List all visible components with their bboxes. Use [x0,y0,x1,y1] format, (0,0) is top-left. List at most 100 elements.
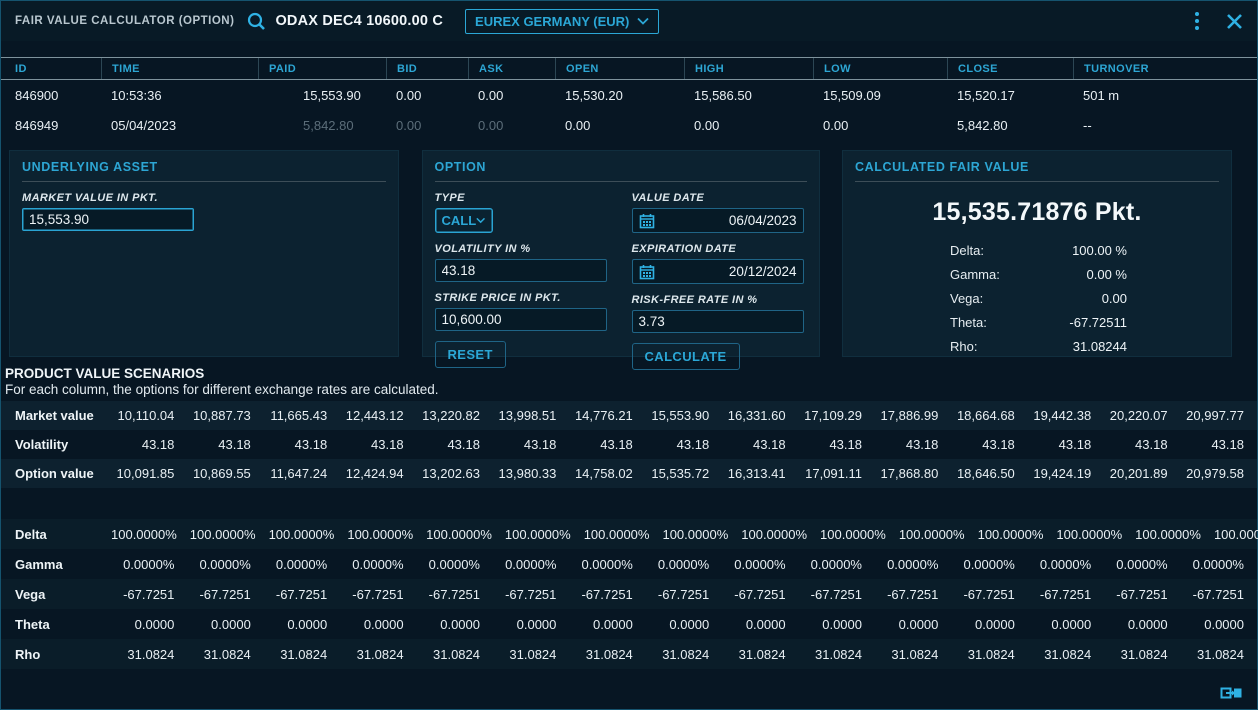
table-row[interactable]: 846900 10:53:36 15,553.90 0.00 0.00 15,5… [1,80,1257,110]
scenario-cell: 12,424.94 [340,466,416,481]
instrument-name: ODAX DEC4 10600.00 C [275,13,443,29]
scenario-cell: 100.0000% [426,527,505,542]
scenario-cell: 43.18 [722,437,798,452]
cell-open: 0.00 [565,118,694,133]
scenario-cell: 0.0000 [646,617,722,632]
column-header-open: OPEN [555,58,694,79]
scenario-cell: 31.0824 [340,647,416,662]
scenario-cell: 0.0000% [417,557,493,572]
scenario-cell: 0.0000% [1028,557,1104,572]
scenario-cell: 43.18 [493,437,569,452]
scenario-cell: 31.0824 [1104,647,1180,662]
scenario-row-option-value: Option value 10,091.8510,869.5511,647.24… [1,459,1257,488]
scenario-cell: -67.7251 [799,587,875,602]
greek-row-theta: Theta: -67.72511 [950,315,1127,339]
scenarios-gap [1,488,1257,519]
scenario-cell: 43.18 [1028,437,1104,452]
cell-turnover: -- [1083,118,1257,133]
close-button[interactable] [1226,13,1243,30]
scenario-cell: 31.0824 [417,647,493,662]
scenario-cell: 15,553.90 [646,408,722,423]
scenario-cell: 100.0000% [190,527,269,542]
scenario-cell: -67.7251 [264,587,340,602]
scenario-cell: 20,220.07 [1104,408,1180,423]
link-window-button[interactable] [1220,686,1243,700]
menu-button[interactable] [1192,9,1202,33]
panel-title: UNDERLYING ASSET [22,160,386,182]
calculate-button[interactable]: CALCULATE [632,343,740,370]
scenario-cell: 31.0824 [646,647,722,662]
column-header-high: HIGH [684,58,823,79]
titlebar-actions [1192,9,1243,33]
scenario-cell: 0.0000 [493,617,569,632]
scenario-cell: 0.0000% [264,557,340,572]
cell-low: 15,509.09 [823,88,957,103]
scenario-cell: 13,980.33 [493,466,569,481]
greek-row-rho: Rho: 31.08244 [950,339,1127,363]
scenario-cell: 14,758.02 [569,466,645,481]
expiration-date-picker[interactable]: 20/12/2024 [632,259,804,284]
market-value-label: MARKET VALUE IN PKT. [22,192,386,204]
scenario-cell: 43.18 [799,437,875,452]
scenario-cell: 31.0824 [1028,647,1104,662]
value-date-label: VALUE DATE [632,192,804,204]
title-bar: FAIR VALUE CALCULATOR (OPTION) ODAX DEC4… [1,1,1257,41]
scenario-cell: 100.0000% [1056,527,1135,542]
scenario-cell: 0.0000 [417,617,493,632]
table-row[interactable]: 846949 05/04/2023 5,842.80 0.00 0.00 0.0… [1,110,1257,140]
scenario-cell: 43.18 [264,437,340,452]
cell-id: 846900 [15,88,111,103]
column-header-turnover: TURNOVER [1073,58,1257,79]
scenario-cell: 100.0000% [505,527,584,542]
value-date-picker[interactable]: 06/04/2023 [632,208,804,233]
scenario-cell: 0.0000% [722,557,798,572]
scenario-cell: 0.0000% [1104,557,1180,572]
column-header-close: CLOSE [947,58,1083,79]
scenario-row-vega: Vega -67.7251-67.7251-67.7251-67.7251-67… [1,579,1257,609]
column-header-time: TIME [101,58,268,79]
scenario-cell: 31.0824 [1181,647,1257,662]
scenario-cell: 0.0000% [111,557,187,572]
scenario-row-volatility: Volatility 43.1843.1843.1843.1843.1843.1… [1,430,1257,459]
cell-high: 0.00 [694,118,823,133]
scenario-cell: 10,869.55 [187,466,263,481]
strike-price-input[interactable] [435,308,607,331]
cell-high: 15,586.50 [694,88,823,103]
scenario-cell: 0.0000% [799,557,875,572]
close-icon [1226,13,1243,30]
volatility-input[interactable] [435,259,607,282]
chevron-down-icon [637,17,649,25]
option-type-select[interactable]: CALL [435,208,493,233]
scenario-cell: 0.0000% [187,557,263,572]
cell-bid: 0.00 [396,118,478,133]
column-header-paid: PAID [258,58,396,79]
cell-paid: 5,842.80 [268,118,396,133]
scenario-cell: 17,868.80 [875,466,951,481]
scenario-cell: 13,998.51 [493,408,569,423]
scenario-cell: 100.0000% [741,527,820,542]
scenario-cell: 100.0000% [584,527,663,542]
underlying-asset-panel: UNDERLYING ASSET MARKET VALUE IN PKT. [9,150,399,357]
greek-row-gamma: Gamma: 0.00 % [950,267,1127,291]
search-button[interactable] [246,11,267,32]
scenario-cell: 20,997.77 [1181,408,1257,423]
cell-turnover: 501 m [1083,88,1257,103]
scenario-cell: 0.0000 [569,617,645,632]
scenario-cell: 0.0000 [111,617,187,632]
scenario-cell: 20,201.89 [1104,466,1180,481]
scenario-cell: 31.0824 [493,647,569,662]
exchange-select[interactable]: EUREX GERMANY (EUR) [465,9,659,34]
market-value-input[interactable] [22,208,194,231]
scenario-cell: 0.0000 [722,617,798,632]
scenario-cell: -67.7251 [1181,587,1257,602]
scenario-cell: 13,202.63 [417,466,493,481]
scenario-cell: 31.0824 [111,647,187,662]
cell-time: 10:53:36 [111,88,268,103]
risk-free-rate-input[interactable] [632,310,804,333]
scenario-cell: 11,647.24 [264,466,340,481]
fair-value-calculator-window: FAIR VALUE CALCULATOR (OPTION) ODAX DEC4… [0,0,1258,710]
option-panel: OPTION TYPE CALL VOLATILITY IN % [422,150,820,357]
scenario-cell: -67.7251 [1028,587,1104,602]
reset-button[interactable]: RESET [435,341,506,368]
scenario-cell: 0.0000 [1028,617,1104,632]
